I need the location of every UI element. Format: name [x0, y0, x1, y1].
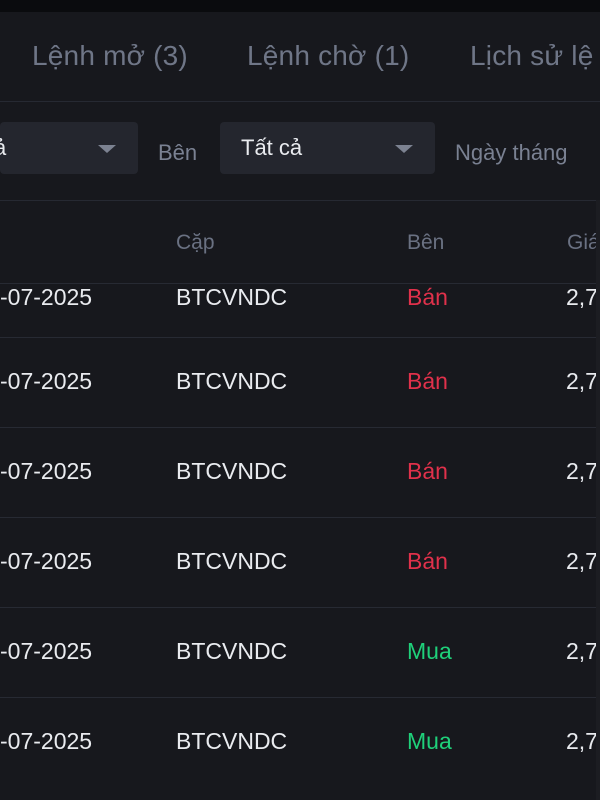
- order-date: -07-2025: [0, 548, 93, 574]
- chevron-down-icon: [395, 145, 413, 153]
- header-price: Giá: [567, 231, 600, 254]
- order-side: Bán: [407, 368, 448, 394]
- date-filter-label[interactable]: Ngày tháng: [455, 140, 568, 166]
- order-date: -07-2025: [0, 284, 93, 310]
- header-pair: Cặp: [176, 231, 215, 254]
- table-row[interactable]: -07-2025 BTCVNDC Bán 2,7: [0, 337, 600, 427]
- filter-bar: ả Bên Tất cả Ngày tháng: [0, 102, 600, 201]
- order-tabs: Lệnh mở (3) Lệnh chờ (1) Lịch sử lệ: [0, 12, 600, 102]
- order-date: -07-2025: [0, 368, 93, 394]
- header-side: Bên: [407, 231, 445, 254]
- table-header: Cặp Bên Giá: [0, 201, 600, 283]
- order-pair: BTCVNDC: [176, 284, 288, 310]
- order-pair: BTCVNDC: [176, 458, 288, 484]
- order-pair: BTCVNDC: [176, 638, 288, 664]
- chevron-down-icon: [98, 145, 116, 153]
- tab-open-orders[interactable]: Lệnh mở (3): [32, 40, 188, 72]
- type-filter-value: ả: [0, 135, 7, 160]
- table-row[interactable]: -07-2025 BTCVNDC Mua 2,7: [0, 607, 600, 697]
- type-filter-select[interactable]: ả: [0, 122, 138, 174]
- order-side: Bán: [407, 548, 448, 574]
- top-bar: [0, 0, 600, 12]
- order-date: -07-2025: [0, 638, 93, 664]
- tab-pending-orders[interactable]: Lệnh chờ (1): [247, 40, 409, 72]
- order-side: Bán: [407, 284, 448, 310]
- scrollbar-track[interactable]: [596, 200, 600, 800]
- order-date: -07-2025: [0, 728, 93, 754]
- order-price: 2,7: [566, 638, 598, 664]
- order-date: -07-2025: [0, 458, 93, 484]
- order-pair: BTCVNDC: [176, 368, 288, 394]
- side-filter-value: Tất cả: [241, 135, 303, 160]
- order-pair: BTCVNDC: [176, 728, 288, 754]
- order-side: Mua: [407, 728, 452, 754]
- order-pair: BTCVNDC: [176, 548, 288, 574]
- order-price: 2,7: [566, 548, 598, 574]
- order-price: 2,7: [566, 458, 598, 484]
- side-filter-label: Bên: [158, 140, 198, 165]
- table-row[interactable]: -07-2025 BTCVNDC Mua 2,7: [0, 697, 600, 787]
- order-price: 2,7: [566, 368, 598, 394]
- table-row[interactable]: -07-2025 BTCVNDC Bán 2,7: [0, 427, 600, 517]
- order-side: Mua: [407, 638, 452, 664]
- order-side: Bán: [407, 458, 448, 484]
- side-filter-select[interactable]: Tất cả: [220, 122, 435, 174]
- orders-table-body: -07-2025 BTCVNDC Bán 2,7 -07-2025 BTCVNDC Bán 2…: [0, 283, 600, 787]
- order-price: 2,7: [566, 284, 598, 310]
- order-price: 2,7: [566, 728, 598, 754]
- table-row[interactable]: -07-2025 BTCVNDC Bán 2,7: [0, 517, 600, 607]
- table-row[interactable]: -07-2025 BTCVNDC Bán 2,7: [0, 283, 600, 337]
- tab-order-history[interactable]: Lịch sử lệ: [470, 40, 593, 72]
